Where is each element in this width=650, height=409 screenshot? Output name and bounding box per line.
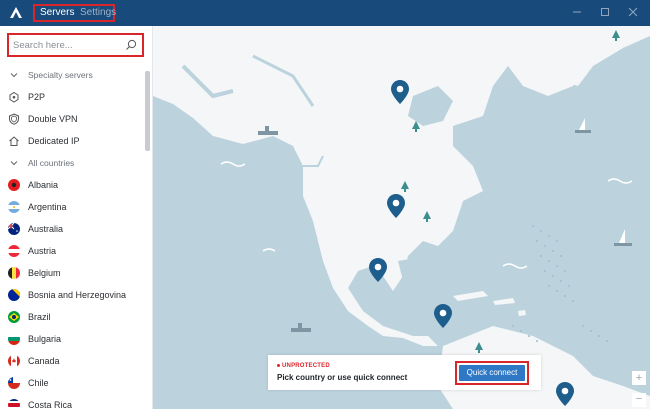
search-input[interactable] (13, 38, 123, 52)
country-label: Bulgaria (28, 334, 62, 344)
sidebar-item-australia[interactable]: Australia (0, 218, 144, 240)
sailboat-icon (614, 229, 632, 246)
sidebar-item-label: Dedicated IP (28, 136, 80, 146)
chevron-down-icon (10, 73, 18, 78)
search-box (7, 33, 144, 57)
sidebar-item-austria[interactable]: Austria (0, 240, 144, 262)
wave-icon (607, 178, 633, 184)
section-all-countries[interactable]: All countries (0, 152, 144, 174)
sidebar-item-brazil[interactable]: Brazil (0, 306, 144, 328)
ship-icon (291, 323, 311, 332)
location-pin-icon[interactable] (387, 194, 405, 218)
flag-brazil-icon (8, 311, 20, 323)
minimize-icon[interactable] (570, 5, 584, 19)
sidebar-item-bulgaria[interactable]: Bulgaria (0, 328, 144, 350)
country-label: Belgium (28, 268, 61, 278)
sidebar-item-chile[interactable]: Chile (0, 372, 144, 394)
status-dot-icon (277, 363, 280, 367)
flag-argentina-icon (8, 201, 20, 213)
ocean-dots (512, 225, 608, 342)
location-pin-icon[interactable] (391, 80, 409, 104)
flag-austria-icon (8, 245, 20, 257)
sidebar-item-label: P2P (28, 92, 46, 102)
flag-costa-rica-icon (8, 399, 20, 409)
country-label: Chile (28, 378, 49, 388)
flag-belgium-icon (8, 267, 20, 279)
country-label: Costa Rica (28, 400, 73, 409)
world-map[interactable] (153, 26, 650, 409)
sidebar-item-canada[interactable]: Canada (0, 350, 144, 372)
flag-canada-icon (8, 355, 20, 367)
sidebar-item-argentina[interactable]: Argentina (0, 196, 144, 218)
country-label: Brazil (28, 312, 51, 322)
country-label: Bosnia and Herzegovina (28, 290, 127, 300)
sidebar: Specialty servers P2P Double VPN Dedicat… (0, 26, 153, 409)
sidebar-item-costa-rica[interactable]: Costa Rica (0, 394, 144, 409)
quick-connect-button[interactable]: Quick connect (459, 365, 525, 381)
location-pin-icon[interactable] (556, 382, 574, 406)
sidebar-scrollbar[interactable] (145, 71, 150, 151)
zoom-out-button[interactable]: − (632, 393, 646, 407)
country-label: Austria (28, 246, 57, 256)
sidebar-item-p2p[interactable]: P2P (0, 86, 144, 108)
home-icon (9, 136, 19, 146)
sidebar-item-albania[interactable]: Albania (0, 174, 144, 196)
wave-icon (502, 263, 528, 269)
country-label: Canada (28, 356, 60, 366)
status-text: UNPROTECTED (282, 363, 330, 369)
tab-settings[interactable]: Settings (80, 7, 116, 19)
sidebar-item-belgium[interactable]: Belgium (0, 262, 144, 284)
search-icon[interactable] (125, 39, 137, 51)
section-label: All countries (28, 158, 75, 168)
sidebar-item-dedicated-ip[interactable]: Dedicated IP (0, 130, 144, 152)
double-vpn-icon (9, 113, 19, 125)
maximize-icon[interactable] (598, 5, 612, 19)
location-pin-icon[interactable] (434, 304, 452, 328)
country-label: Argentina (28, 202, 67, 212)
sailboat-icon (575, 118, 591, 133)
nordvpn-logo (10, 7, 22, 18)
country-label: Albania (28, 180, 59, 190)
flag-chile-icon (8, 377, 20, 389)
status-message: Pick country or use quick connect (277, 373, 408, 382)
sidebar-item-double-vpn[interactable]: Double VPN (0, 108, 144, 130)
status-badge: UNPROTECTED (277, 363, 330, 369)
zoom-in-button[interactable]: + (632, 371, 646, 385)
wave-icon (262, 248, 276, 252)
flag-australia-icon (8, 223, 20, 235)
chevron-down-icon (10, 161, 18, 166)
flag-bosnia-icon (8, 289, 20, 301)
sidebar-item-label: Double VPN (28, 114, 78, 124)
country-label: Australia (28, 224, 64, 234)
section-specialty-servers[interactable]: Specialty servers (0, 64, 144, 86)
p2p-icon (9, 91, 19, 103)
wave-icon (220, 161, 246, 167)
close-icon[interactable] (626, 5, 640, 19)
sidebar-item-bosnia[interactable]: Bosnia and Herzegovina (0, 284, 144, 306)
location-pin-icon[interactable] (369, 258, 387, 282)
tab-servers[interactable]: Servers (40, 7, 74, 19)
flag-bulgaria-icon (8, 333, 20, 345)
flag-albania-icon (8, 179, 20, 191)
section-label: Specialty servers (28, 70, 93, 80)
